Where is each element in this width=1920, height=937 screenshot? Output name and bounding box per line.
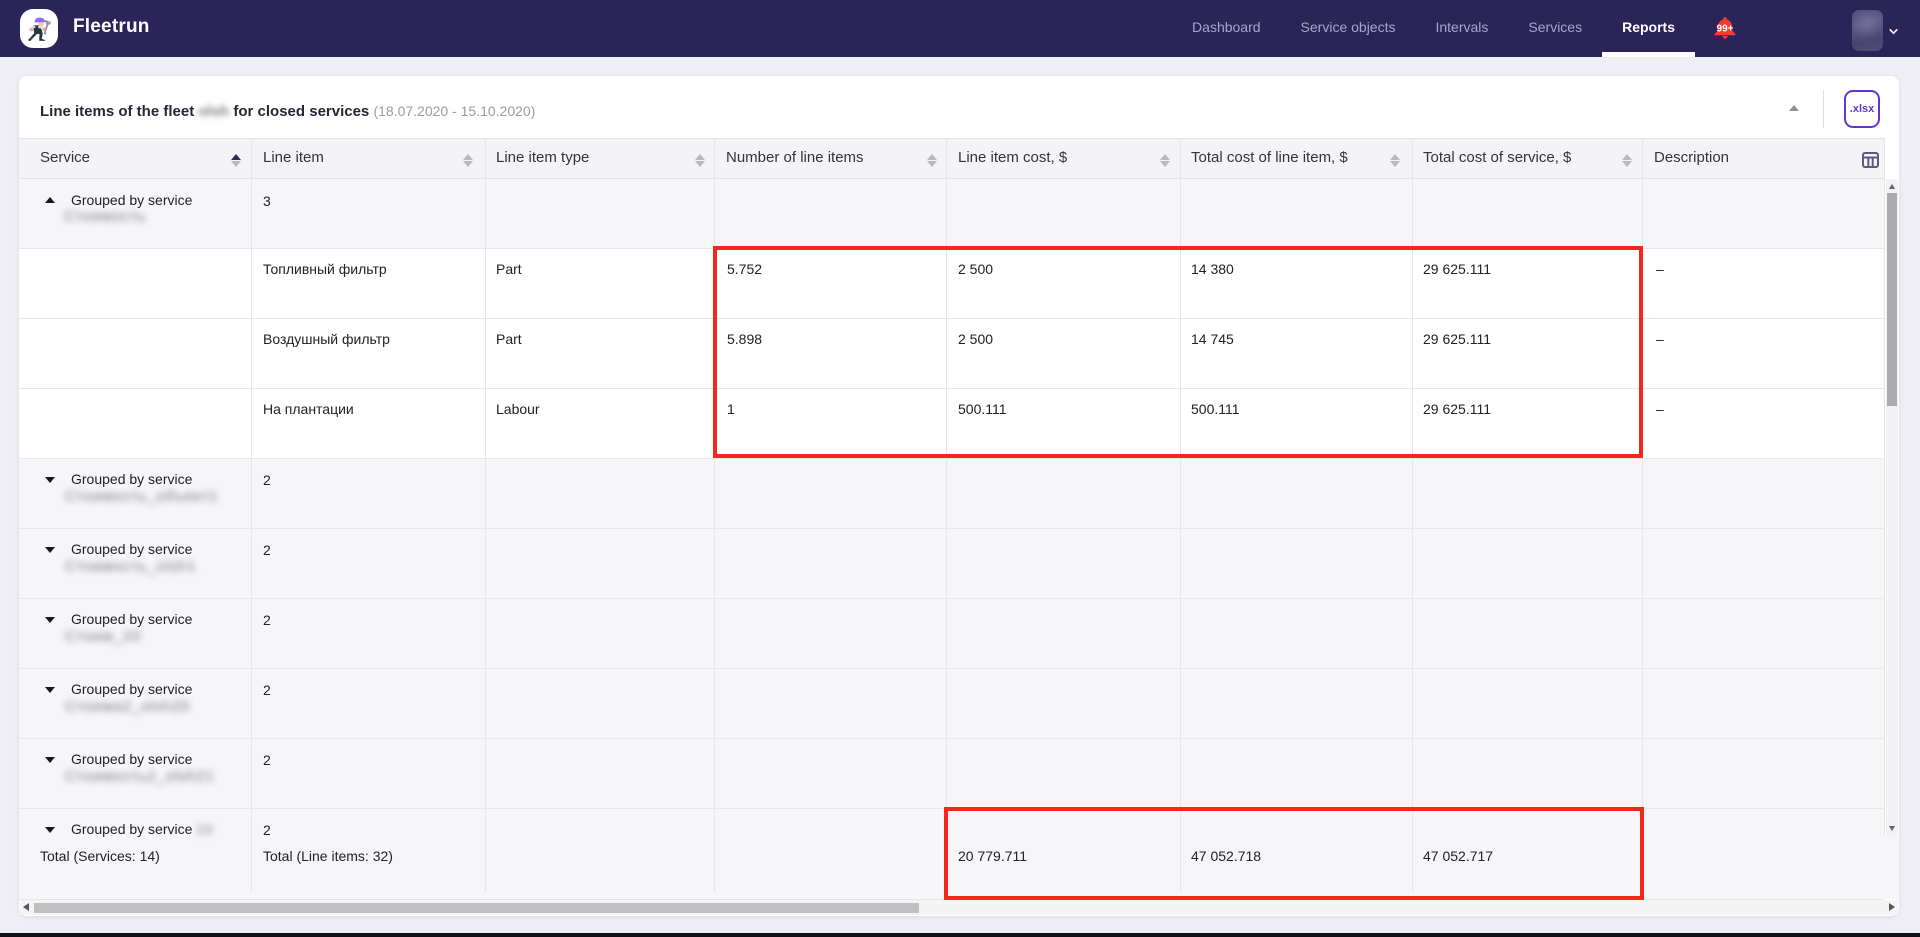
svg-text:99+: 99+ (1717, 24, 1734, 35)
